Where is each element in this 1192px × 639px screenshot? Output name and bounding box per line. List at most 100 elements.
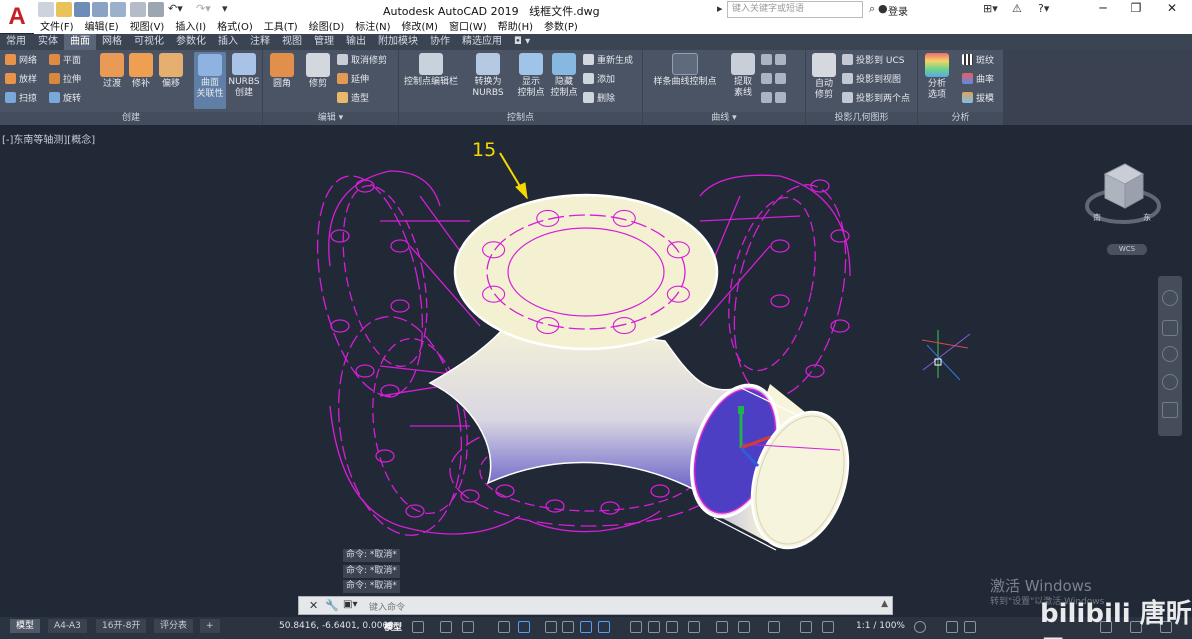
redo-icon[interactable]: ↷▾: [196, 2, 211, 15]
save-as-icon[interactable]: [92, 2, 108, 17]
loft-button[interactable]: 放样: [5, 72, 37, 88]
dynamic-ucs-icon[interactable]: [688, 621, 700, 633]
panel-cv-title[interactable]: 控制点: [399, 112, 642, 125]
customize-icon[interactable]: 🔧: [325, 599, 339, 612]
menu-window[interactable]: 窗口(W): [449, 21, 487, 34]
save-icon[interactable]: [74, 2, 90, 17]
drawing-viewport[interactable]: [-]东南等轴测][概念] 15 南 东 WCS: [0, 126, 1192, 613]
nurbs-creation-button[interactable]: NURBS 创建: [228, 53, 260, 99]
tab-visualize[interactable]: 可视化: [128, 34, 170, 50]
tab-manage[interactable]: 管理: [308, 34, 340, 50]
pan-icon[interactable]: [1162, 320, 1178, 336]
zebra-button[interactable]: 斑纹: [962, 53, 994, 69]
binoculars-icon[interactable]: ⌕: [869, 2, 875, 16]
tab-solid[interactable]: 实体: [32, 34, 64, 50]
menu-format[interactable]: 格式(O): [217, 21, 253, 34]
login-button[interactable]: 登录: [888, 3, 908, 18]
auto-trim-button[interactable]: 自动 修剪: [810, 53, 838, 101]
infer-constraints-icon[interactable]: [462, 621, 474, 633]
panel-analysis-title[interactable]: 分析: [918, 112, 1003, 125]
rebuild-button[interactable]: 重新生成: [583, 53, 633, 69]
spline-cv-button[interactable]: 样条曲线控制点: [649, 53, 721, 88]
panel-edit-title[interactable]: 编辑 ▾: [263, 112, 398, 125]
print-icon[interactable]: [148, 2, 164, 17]
tab-surface[interactable]: 曲面: [64, 34, 96, 50]
curve-tool-1[interactable]: [761, 53, 789, 69]
menu-view[interactable]: 视图(V): [130, 21, 165, 34]
annotation-scale-icon[interactable]: [822, 621, 834, 633]
showmotion-icon[interactable]: [1162, 402, 1178, 418]
annotation-visibility-icon[interactable]: [768, 621, 780, 633]
selection-cycling-icon[interactable]: [666, 621, 678, 633]
recent-commands-icon[interactable]: ▣▾: [343, 599, 357, 610]
patch-button[interactable]: 修补: [127, 53, 155, 90]
plot-icon[interactable]: [130, 2, 146, 17]
curvature-button[interactable]: 曲率: [962, 72, 994, 88]
object-snap-tracking-icon[interactable]: [562, 621, 574, 633]
zoom-icon[interactable]: [1162, 346, 1178, 362]
help-icon[interactable]: ?▾: [1038, 2, 1049, 15]
menu-dimension[interactable]: 标注(N): [355, 21, 390, 34]
open-file-icon[interactable]: [56, 2, 72, 17]
tab-mesh[interactable]: 网格: [96, 34, 128, 50]
panel-project-title[interactable]: 投影几何图形: [806, 112, 917, 125]
tab-collaborate[interactable]: 协作: [424, 34, 456, 50]
menu-file[interactable]: 文件(F): [40, 21, 74, 34]
sculpt-button[interactable]: 造型: [337, 91, 369, 107]
menu-tools[interactable]: 工具(T): [264, 21, 298, 34]
close-command-line-icon[interactable]: ✕: [309, 599, 318, 612]
menu-modify[interactable]: 修改(M): [402, 21, 438, 34]
object-snap-icon[interactable]: [580, 621, 592, 633]
menu-draw[interactable]: 绘图(D): [309, 21, 345, 34]
layout-tab-16k-8k[interactable]: 16开-8开: [96, 619, 147, 633]
surface-associativity-button[interactable]: 曲面 关联性: [194, 52, 226, 109]
search-input[interactable]: 键入关键字或短语: [727, 1, 863, 18]
layout-tab-model[interactable]: 模型: [10, 619, 41, 633]
ortho-icon[interactable]: [498, 621, 510, 633]
cart-icon[interactable]: ⊞▾: [983, 2, 998, 15]
fillet-button[interactable]: 圆角: [268, 53, 296, 90]
viewcube-south-label[interactable]: 南: [1093, 212, 1101, 223]
minimize-button[interactable]: ─: [1088, 1, 1118, 15]
viewcube-east-label[interactable]: 东: [1143, 212, 1151, 223]
extrude-button[interactable]: 拉伸: [49, 72, 81, 88]
3d-osnap-icon[interactable]: [598, 621, 610, 633]
lineweight-icon[interactable]: [630, 621, 642, 633]
maximize-button[interactable]: ❐: [1121, 1, 1151, 15]
network-button[interactable]: 网络: [5, 53, 37, 69]
curve-tool-2[interactable]: [761, 72, 789, 88]
revolve-button[interactable]: 旋转: [49, 91, 81, 107]
analysis-options-button[interactable]: 分析 选项: [921, 53, 953, 101]
show-cv-button[interactable]: 显示 控制点: [514, 53, 548, 99]
project-2points-button[interactable]: 投影到两个点: [842, 91, 910, 107]
workspace-gear-icon[interactable]: [914, 621, 926, 633]
tab-view[interactable]: 视图: [276, 34, 308, 50]
curve-tool-3[interactable]: [761, 91, 789, 107]
top-flange-face[interactable]: [453, 193, 719, 351]
offset-button[interactable]: 偏移: [157, 53, 185, 90]
isolate-objects-icon[interactable]: [964, 621, 976, 633]
isodraft-icon[interactable]: [545, 621, 557, 633]
annotation-scale-readout[interactable]: 1:1 / 100%: [856, 621, 905, 631]
model-space-button[interactable]: 模型: [384, 620, 402, 633]
grid-icon[interactable]: [412, 621, 424, 633]
viewcube[interactable]: 南 东: [1085, 156, 1161, 234]
quick-access-dropdown-icon[interactable]: ▾: [222, 2, 228, 15]
cv-edit-bar-button[interactable]: 控制点编辑栏: [401, 53, 461, 88]
panel-create-title[interactable]: 创建: [0, 112, 262, 125]
menu-edit[interactable]: 编辑(E): [85, 21, 119, 34]
autocad-logo-icon[interactable]: A: [0, 0, 34, 33]
autoscale-icon[interactable]: [800, 621, 812, 633]
panel-curves-title[interactable]: 曲线 ▾: [643, 112, 805, 125]
orbit-icon[interactable]: [1162, 374, 1178, 390]
gizmo-icon[interactable]: [738, 621, 750, 633]
snap-icon[interactable]: [440, 621, 452, 633]
plus-icon[interactable]: [946, 621, 958, 633]
layout-tab-score-sheet[interactable]: 评分表: [154, 619, 194, 633]
cloud-save-icon[interactable]: [110, 2, 126, 17]
untrim-button[interactable]: 取消修剪: [337, 53, 387, 69]
tab-annotate[interactable]: 注释: [244, 34, 276, 50]
extend-button[interactable]: 延伸: [337, 72, 369, 88]
steering-wheel-icon[interactable]: [1162, 290, 1178, 306]
menu-help[interactable]: 帮助(H): [498, 21, 533, 34]
